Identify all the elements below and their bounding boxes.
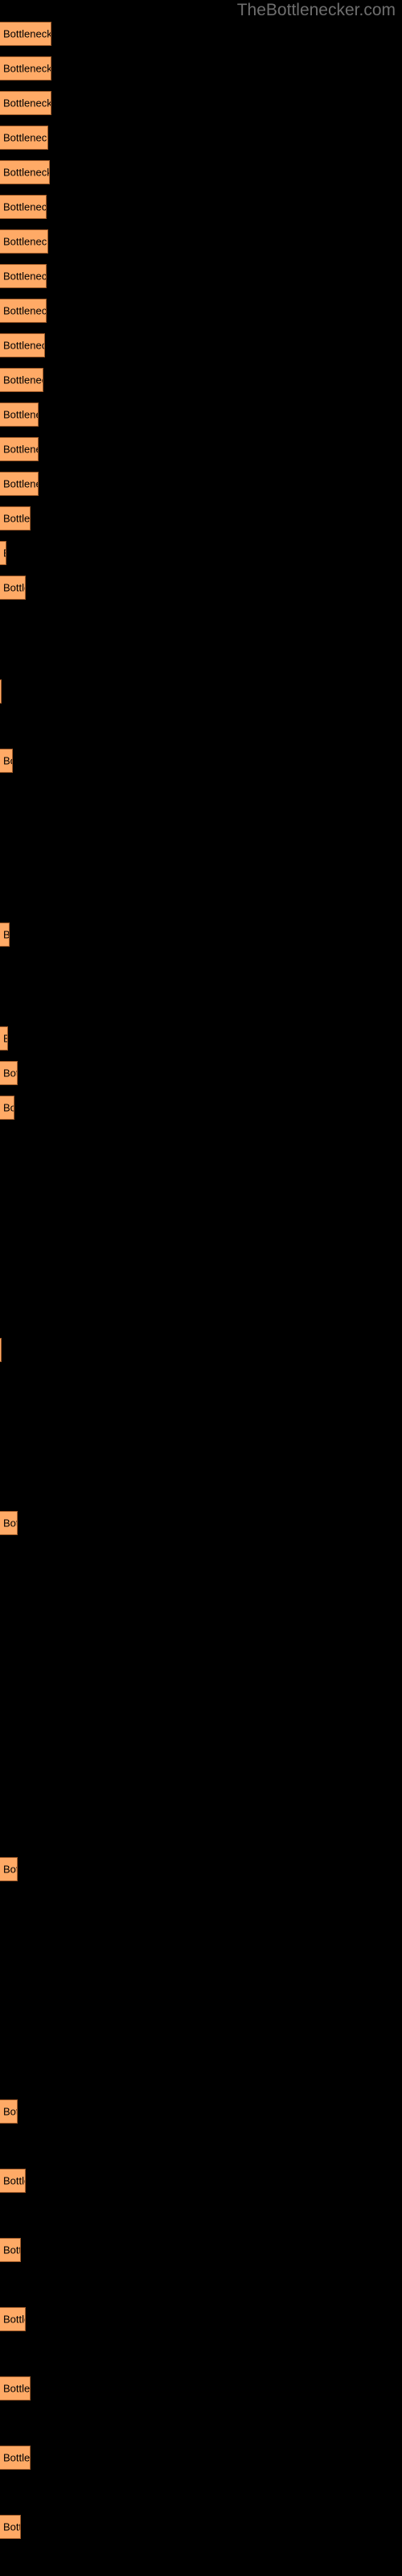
bar-label: Bottleneck result bbox=[3, 408, 38, 421]
bar: Bottleneck result bbox=[0, 2515, 21, 2539]
bar-label: Bottleneck result bbox=[3, 339, 44, 352]
bar-row: Bottleneck result bbox=[0, 2238, 21, 2262]
bar-row: Bottleneck result bbox=[0, 541, 6, 565]
bar: Bottleneck result bbox=[0, 368, 43, 392]
bar-label: Bottleneck result bbox=[3, 1067, 17, 1080]
bar-label: Bottleneck result bbox=[3, 131, 48, 144]
bar-row: Bottleneck result bbox=[0, 2515, 21, 2539]
bar-row: Bottleneck result bbox=[0, 576, 26, 600]
bar-label: Bottleneck result bbox=[3, 1517, 17, 1530]
chart-page: TheBottlenecker.com Bottleneck resultBot… bbox=[0, 0, 402, 2576]
bar: Bottleneck result bbox=[0, 1857, 18, 1881]
bar-row: Bottleneck result bbox=[0, 2446, 31, 2470]
bar-label: Bottleneck result bbox=[3, 374, 43, 386]
bar-row: Bottleneck result bbox=[0, 2376, 31, 2401]
bar-row: Bottleneck result bbox=[0, 437, 39, 461]
bar-label: Bottleneck result bbox=[3, 97, 51, 109]
bar-label: Bottleneck result bbox=[3, 1863, 17, 1876]
bar: Bottleneck result bbox=[0, 56, 51, 80]
bar-label: Bottleneck result bbox=[3, 2313, 25, 2326]
bar-row: Bottleneck result bbox=[0, 368, 43, 392]
bar-row: Bottleneck result bbox=[0, 1096, 14, 1120]
bar-label: Bottleneck result bbox=[3, 477, 38, 490]
bar-row: Bottleneck result bbox=[0, 126, 48, 150]
bar: Bottleneck result bbox=[0, 299, 47, 323]
bar-row: Bottleneck result bbox=[0, 1061, 18, 1085]
bar-row: Bottleneck result bbox=[0, 1026, 8, 1051]
bar-label: Bottleneck result bbox=[3, 235, 48, 248]
bar-row: Bottleneck result bbox=[0, 91, 51, 115]
bar-label: Bottleneck result bbox=[3, 2451, 31, 2464]
bar: Bottleneck result bbox=[0, 1338, 2, 1362]
bar-row: Bottleneck result bbox=[0, 1857, 18, 1881]
bar-row: Bottleneck result bbox=[0, 229, 48, 254]
bar: Bottleneck result bbox=[0, 2376, 31, 2401]
bar-label: Bottleneck result bbox=[3, 581, 25, 594]
bar: Bottleneck result bbox=[0, 1026, 8, 1051]
bar: Bottleneck result bbox=[0, 1096, 14, 1120]
bar: Bottleneck result bbox=[0, 437, 39, 461]
bar-row: Bottleneck result bbox=[0, 923, 10, 947]
bar: Bottleneck result bbox=[0, 2446, 31, 2470]
bar-label: Bottleneck result bbox=[3, 443, 38, 456]
bar: Bottleneck result bbox=[0, 923, 10, 947]
bar-label: Bottleneck result bbox=[3, 200, 47, 213]
bar: Bottleneck result bbox=[0, 91, 51, 115]
bar-row: Bottleneck result bbox=[0, 22, 51, 46]
bar-row: Bottleneck result bbox=[0, 749, 13, 773]
bar: Bottleneck result bbox=[0, 1511, 18, 1535]
bar-label: Bottleneck result bbox=[3, 166, 50, 179]
bar: Bottleneck result bbox=[0, 541, 6, 565]
bar-label: Bottleneck result bbox=[3, 512, 31, 525]
bar-row: Bottleneck result bbox=[0, 1511, 18, 1535]
bar-row: Bottleneck result bbox=[0, 56, 51, 80]
bar-label: Bottleneck result bbox=[3, 2382, 31, 2395]
bar: Bottleneck result bbox=[0, 333, 45, 357]
bar-label: Bottleneck result bbox=[3, 2244, 20, 2256]
bar-row: Bottleneck result bbox=[0, 506, 31, 530]
bar-row: Bottleneck result bbox=[0, 1338, 2, 1362]
bar: Bottleneck result bbox=[0, 576, 26, 600]
bar-row: Bottleneck result bbox=[0, 472, 39, 496]
bar: Bottleneck result bbox=[0, 472, 39, 496]
bar-label: Bottleneck result bbox=[3, 754, 12, 767]
bar: Bottleneck result bbox=[0, 22, 51, 46]
bar: Bottleneck result bbox=[0, 229, 48, 254]
bar-label: Bottleneck result bbox=[3, 27, 51, 40]
bar-row: Bottleneck result bbox=[0, 195, 47, 219]
bar: Bottleneck result bbox=[0, 679, 2, 704]
bar: Bottleneck result bbox=[0, 2307, 26, 2331]
bar-label: Bottleneck result bbox=[3, 304, 47, 317]
bar: Bottleneck result bbox=[0, 126, 48, 150]
bar: Bottleneck result bbox=[0, 2238, 21, 2262]
bar-label: Bottleneck result bbox=[3, 62, 51, 75]
bar: Bottleneck result bbox=[0, 2169, 26, 2193]
bar-row: Bottleneck result bbox=[0, 333, 45, 357]
bar-label: Bottleneck result bbox=[3, 2174, 25, 2187]
bar-label: Bottleneck result bbox=[3, 2105, 17, 2118]
bar-label: Bottleneck result bbox=[3, 270, 47, 283]
bar-row: Bottleneck result bbox=[0, 2307, 26, 2331]
bar: Bottleneck result bbox=[0, 506, 31, 530]
bar-chart-plot-area: Bottleneck result Bottleneck result Bottle… bbox=[0, 0, 402, 2576]
bar-row: Bottleneck result bbox=[0, 2099, 18, 2124]
bar-row: Bottleneck result bbox=[0, 264, 47, 288]
bar: Bottleneck result bbox=[0, 160, 50, 184]
bar: Bottleneck result bbox=[0, 402, 39, 427]
bar-label: Bottleneck result bbox=[3, 1101, 14, 1114]
bar: Bottleneck result bbox=[0, 1061, 18, 1085]
bar-row: Bottleneck result bbox=[0, 2169, 26, 2193]
bar-label: Bottleneck result bbox=[3, 2520, 20, 2533]
bar-row: Bottleneck result bbox=[0, 299, 47, 323]
bar-row: Bottleneck result bbox=[0, 402, 39, 427]
bar: Bottleneck result bbox=[0, 264, 47, 288]
bar-label: Bottleneck result bbox=[3, 928, 10, 941]
bar: Bottleneck result bbox=[0, 195, 47, 219]
bar-label: Bottleneck result bbox=[3, 1033, 7, 1045]
bar: Bottleneck result bbox=[0, 749, 13, 773]
bar-label: Bottleneck result bbox=[3, 547, 6, 559]
bar-row: Bottleneck result bbox=[0, 160, 50, 184]
bar-row: Bottleneck result bbox=[0, 679, 2, 704]
bar: Bottleneck result bbox=[0, 2099, 18, 2124]
